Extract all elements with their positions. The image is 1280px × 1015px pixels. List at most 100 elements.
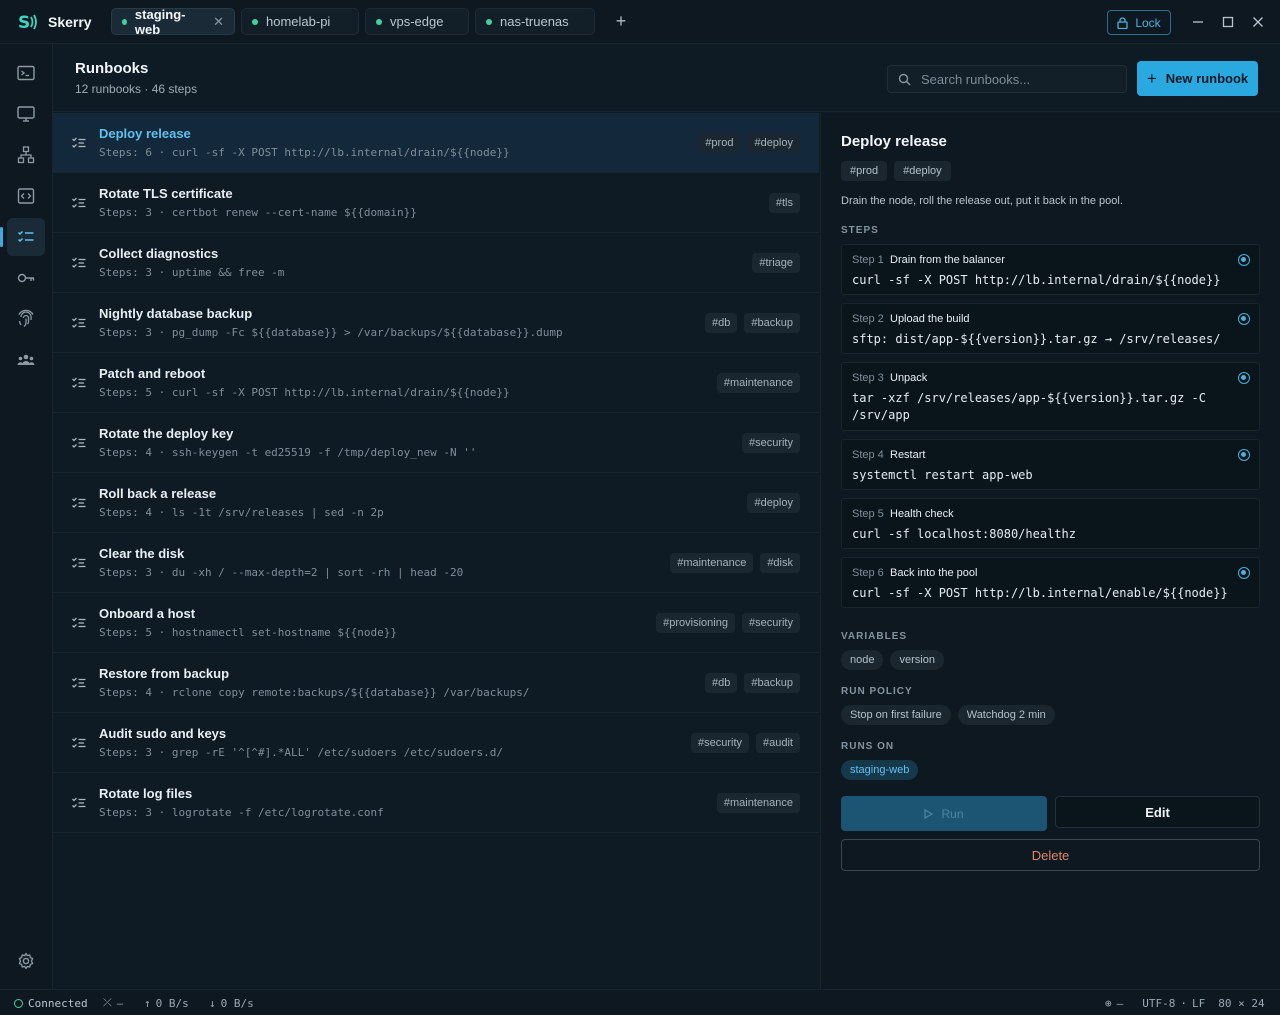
step-command: systemctl restart app-web	[852, 468, 1033, 482]
nav-terminal[interactable]	[7, 54, 45, 92]
search-input[interactable]	[921, 71, 1111, 87]
runbook-name: Nightly database backup	[99, 306, 253, 321]
plus-icon: +	[1146, 68, 1157, 88]
step-card[interactable]: Step 6 Back into the pool curl -sf -X POST…	[841, 557, 1260, 608]
runbook-name: Collect diagnostics	[99, 246, 219, 261]
nav-team[interactable]	[7, 341, 45, 379]
nav-rail	[0, 44, 53, 989]
status-dot-icon	[486, 18, 492, 25]
maximize-icon[interactable]	[1219, 13, 1237, 31]
close-window-icon[interactable]	[1249, 13, 1267, 31]
runbook-row[interactable]: Rotate log files Steps: 3 · logrotate -f …	[53, 773, 819, 833]
lock-button[interactable]: Lock	[1107, 10, 1171, 35]
tab-homelab-pi[interactable]: homelab-pi	[241, 8, 359, 35]
edit-button[interactable]: Edit	[1055, 796, 1260, 828]
step-card[interactable]: Step 4 Restart systemctl restart app-web	[841, 439, 1260, 490]
checklist-icon	[72, 617, 86, 628]
runbook-row[interactable]: Audit sudo and keys Steps: 3 · grep -rE '…	[53, 713, 819, 773]
tab-label: vps-edge	[390, 14, 444, 29]
runbook-row[interactable]: Deploy release Steps: 6 · curl -sf -X POS…	[53, 113, 819, 173]
tab-staging-web[interactable]: staging-web ✕	[111, 7, 235, 37]
step-title: Back into the pool	[890, 567, 978, 579]
fingerprint-icon	[18, 309, 34, 328]
runbook-meta: Steps: 5 · curl -sf -X POST http://lb.in…	[99, 386, 510, 399]
step-title: Upload the build	[890, 313, 970, 325]
step-card[interactable]: Step 3 Unpack tar -xzf /srv/releases/app-$…	[841, 362, 1260, 431]
step-title: Health check	[890, 508, 954, 520]
runbook-row[interactable]: Collect diagnostics Steps: 3 · uptime && …	[53, 233, 819, 293]
tab-nas-truenas[interactable]: nas-truenas	[475, 8, 595, 35]
runbook-name: Deploy release	[99, 126, 191, 141]
runbook-tag: #maintenance	[716, 373, 800, 393]
runbook-row[interactable]: Nightly database backup Steps: 3 · pg_dum…	[53, 293, 819, 353]
runbook-tag: #db	[705, 673, 738, 693]
step-command: sftp: dist/app-${{version}}.tar.gz → /sr…	[852, 332, 1221, 346]
runbook-row[interactable]: Patch and reboot Steps: 5 · curl -sf -X P…	[53, 353, 819, 413]
runbook-meta: Steps: 3 · logrotate -f /etc/logrotate.c…	[99, 806, 384, 819]
branch-label: –	[116, 997, 123, 1010]
upload-arrow-icon: ↑	[144, 997, 151, 1010]
add-tab-button[interactable]: +	[609, 10, 633, 34]
page-subtitle: 12 runbooks · 46 steps	[75, 82, 198, 96]
lock-icon	[1117, 16, 1128, 29]
tab-label: homelab-pi	[266, 14, 331, 29]
step-target-icon[interactable]	[1238, 567, 1250, 579]
step-target-icon[interactable]	[1238, 313, 1250, 325]
nav-snippets[interactable]	[7, 177, 45, 215]
tab-vps-edge[interactable]: vps-edge	[365, 8, 469, 35]
nav-remote-desktop[interactable]	[7, 95, 45, 133]
runbook-tag: #deploy	[747, 493, 800, 513]
checklist-icon	[72, 677, 86, 688]
download-rate: ↓ 0 B/s	[209, 997, 254, 1010]
runbook-tag: #backup	[744, 313, 800, 333]
run-policy-list: Stop on first failure Watchdog 2 min	[841, 705, 1055, 725]
runbook-detail: Deploy release #prod #deploy Drain the n…	[820, 113, 1280, 989]
step-number: Step 5	[852, 508, 884, 520]
nav-identities[interactable]	[7, 300, 45, 338]
runbook-row[interactable]: Roll back a release Steps: 4 · ls -1t /sr…	[53, 473, 819, 533]
runbook-row[interactable]: Rotate TLS certificate Steps: 3 · certbot…	[53, 173, 819, 233]
key-icon	[17, 273, 35, 283]
app-name: Skerry	[48, 13, 92, 30]
runbook-meta: Steps: 3 · pg_dump -Fc ${{database}} > /…	[99, 326, 563, 339]
runbook-tags: #maintenance	[716, 793, 800, 813]
nav-keys[interactable]	[7, 259, 45, 297]
title-bar: S Skerry staging-web ✕ homelab-pi vps-ed…	[0, 0, 1280, 44]
minimize-icon[interactable]	[1189, 13, 1207, 31]
step-card[interactable]: Step 2 Upload the build sftp: dist/app-${{…	[841, 303, 1260, 354]
runbook-meta: Steps: 5 · hostnamectl set-hostname ${{n…	[99, 626, 398, 639]
runbook-name: Restore from backup	[99, 666, 230, 681]
runbook-row[interactable]: Rotate the deploy key Steps: 4 · ssh-keyg…	[53, 413, 819, 473]
step-number: Step 3	[852, 372, 884, 384]
nav-runbooks[interactable]	[0, 218, 45, 256]
runbook-meta: Steps: 4 · ssh-keygen -t ed25519 -f /tmp…	[99, 446, 477, 459]
runbook-name: Clear the disk	[99, 546, 185, 561]
runbook-tags: #tls	[768, 193, 800, 213]
checklist-icon	[72, 257, 86, 268]
runbook-tag: #security	[741, 613, 800, 633]
right-status: ⊕ – UTF-8 · LF 80 × 24	[1105, 997, 1265, 1010]
step-target-icon[interactable]	[1238, 449, 1250, 461]
nav-hosts[interactable]	[7, 136, 45, 174]
step-number: Step 2	[852, 313, 884, 325]
search-box[interactable]	[887, 65, 1127, 93]
checklist-icon	[72, 197, 86, 208]
runs-on-list: staging-web	[841, 760, 919, 780]
close-tab-icon[interactable]: ✕	[213, 14, 224, 30]
runbook-row[interactable]: Clear the disk Steps: 3 · du -xh / --max-…	[53, 533, 819, 593]
runbook-name: Rotate the deploy key	[99, 426, 234, 441]
step-command: curl -sf -X POST http://lb.internal/drai…	[852, 273, 1221, 287]
runbook-row[interactable]: Restore from backup Steps: 4 · rclone cop…	[53, 653, 819, 713]
detail-description: Drain the node, roll the release out, pu…	[841, 195, 1123, 207]
delete-button[interactable]: Delete	[841, 839, 1260, 871]
step-card[interactable]: Step 1 Drain from the balancer curl -sf -X…	[841, 244, 1260, 295]
runbook-row[interactable]: Onboard a host Steps: 5 · hostnamectl set…	[53, 593, 819, 653]
terminal-size-label: 80 × 24	[1218, 997, 1265, 1010]
tab-label: nas-truenas	[500, 14, 569, 29]
nav-settings[interactable]	[7, 942, 45, 980]
step-card[interactable]: Step 5 Health check curl -sf localhost:808…	[841, 498, 1260, 549]
new-runbook-button[interactable]: + New runbook	[1137, 61, 1258, 96]
run-button[interactable]: Run	[841, 796, 1047, 831]
step-target-icon[interactable]	[1238, 372, 1250, 384]
step-target-icon[interactable]	[1238, 254, 1250, 266]
